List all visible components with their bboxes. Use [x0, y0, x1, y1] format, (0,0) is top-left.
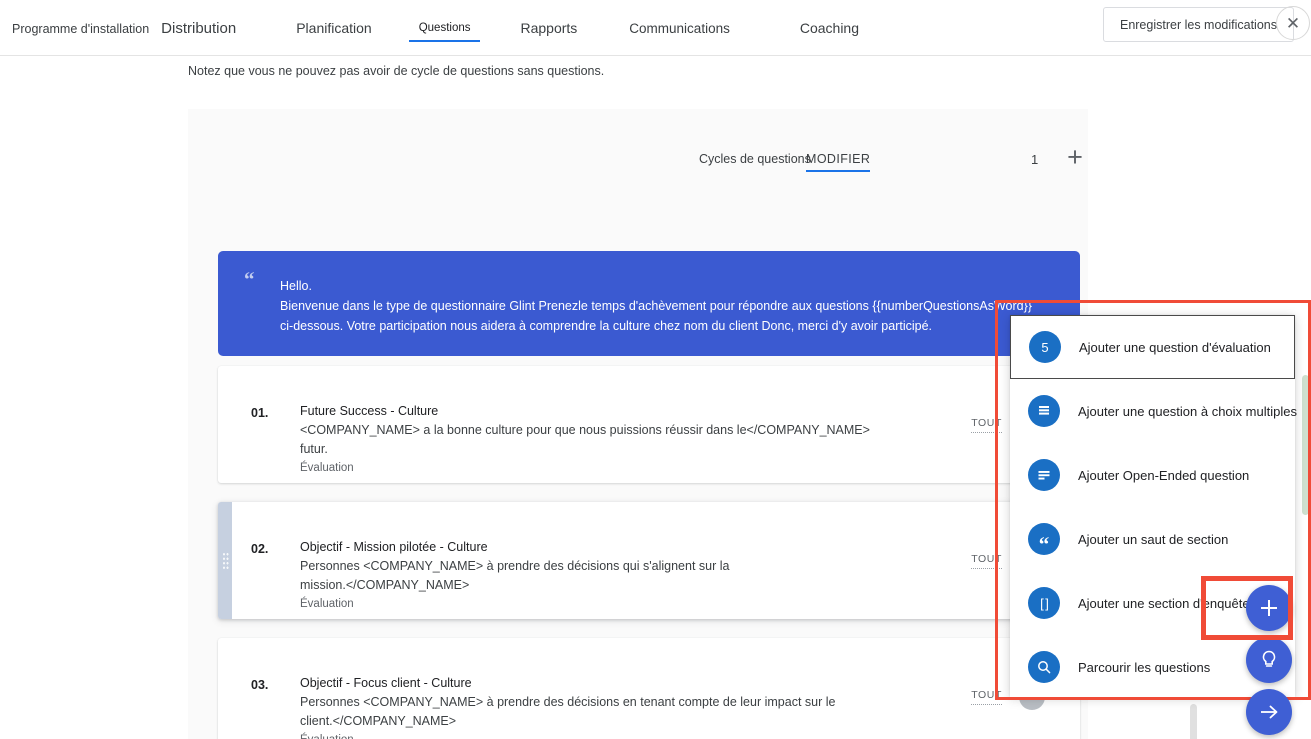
welcome-banner-text: Hello. Bienvenue dans le type de questio…: [280, 276, 1060, 336]
quote-icon: “: [1028, 523, 1060, 555]
question-scope-selector[interactable]: TOUT: [971, 553, 1002, 569]
banner-line-3: ci-dessous. Votre participation nous aid…: [280, 319, 933, 333]
brackets-icon: [ ]: [1028, 587, 1060, 619]
question-text-line-2: futur.: [300, 442, 328, 456]
tab-label: Communications: [629, 20, 730, 36]
question-number: 01.: [251, 406, 269, 420]
question-title: Objectif - Focus client - Culture: [300, 676, 472, 690]
add-cycle-plus-icon[interactable]: +: [1060, 142, 1090, 172]
tab-label: Programme d'installation: [12, 22, 150, 36]
question-cycles-row: Cycles de questions MODIFIER 1 +: [188, 143, 1088, 183]
close-glyph: ✕: [1285, 13, 1301, 33]
fab-tips-button[interactable]: [1246, 637, 1292, 683]
question-body: Future Success - Culture <COMPANY_NAME> …: [300, 402, 950, 477]
question-text-line-1: <COMPANY_NAME> a la bonne culture pour q…: [300, 423, 870, 437]
question-card[interactable]: 03. Objectif - Focus client - Culture Pe…: [218, 638, 1080, 739]
top-navigation-bar: Programme d'installation Distribution Pl…: [0, 0, 1311, 56]
drag-handle[interactable]: [218, 502, 232, 619]
menu-item-label: Parcourir les questions: [1078, 659, 1211, 675]
panel-scrollbar[interactable]: [1190, 704, 1197, 739]
save-changes-button[interactable]: Enregistrer les modifications: [1102, 7, 1294, 42]
welcome-banner: “ Hello. Bienvenue dans le type de quest…: [218, 251, 1080, 356]
menu-item-label: Ajouter Open-Ended question: [1078, 467, 1250, 483]
tab-programme-installation[interactable]: Programme d'installation: [12, 0, 149, 56]
question-card[interactable]: 02. Objectif - Mission pilotée - Culture…: [218, 502, 1080, 619]
edit-cycles-link[interactable]: MODIFIER: [806, 152, 871, 172]
tab-coaching[interactable]: Coaching: [800, 0, 859, 56]
question-text-line-2: client.</COMPANY_NAME>: [300, 714, 457, 728]
rating-icon: 5: [1029, 331, 1061, 363]
page-note: Notez que vous ne pouvez pas avoir de cy…: [188, 64, 605, 78]
question-text-line-2: mission.</COMPANY_NAME>: [300, 578, 470, 592]
question-text-line-1: Personnes <COMPANY_NAME> à prendre des d…: [300, 695, 836, 709]
question-type: Évaluation: [300, 732, 950, 739]
banner-line-1: Hello.: [280, 279, 312, 293]
question-scope-selector[interactable]: TOUT: [971, 689, 1002, 705]
close-icon[interactable]: ✕: [1276, 6, 1310, 40]
nav-tabs: Programme d'installation Distribution Pl…: [12, 0, 859, 56]
menu-add-section-break[interactable]: “ Ajouter un saut de section: [1010, 507, 1295, 571]
menu-add-rating-question[interactable]: 5 Ajouter une question d'évaluation: [1010, 315, 1295, 379]
active-tab-underline: [408, 40, 481, 42]
question-card[interactable]: 01. Future Success - Culture <COMPANY_NA…: [218, 366, 1080, 483]
rating-icon-glyph: 5: [1041, 339, 1049, 355]
open-ended-icon: [1028, 459, 1060, 491]
save-changes-label: Enregistrer les modifications: [1119, 17, 1277, 32]
quote-icon: “: [244, 267, 255, 291]
tab-label: Rapports: [520, 20, 578, 36]
search-icon: [1028, 651, 1060, 683]
question-text-line-1: Personnes <COMPANY_NAME> à prendre des d…: [300, 559, 730, 573]
question-cycles-label: Cycles de questions: [699, 152, 811, 166]
fab-next-button[interactable]: [1246, 689, 1292, 735]
menu-add-open-ended-question[interactable]: Ajouter Open-Ended question: [1010, 443, 1295, 507]
question-scope-selector[interactable]: TOUT: [971, 417, 1002, 433]
brackets-icon-glyph: [ ]: [1040, 595, 1049, 611]
tab-rapports[interactable]: Rapports: [520, 0, 577, 56]
app-root: Programme d'installation Distribution Pl…: [0, 0, 1311, 739]
tab-label: Questions: [418, 22, 471, 34]
add-content-menu: 5 Ajouter une question d'évaluation Ajou…: [1010, 315, 1297, 697]
menu-item-label: Ajouter un saut de section: [1078, 531, 1229, 547]
tab-label: Coaching: [799, 20, 859, 36]
question-type: Évaluation: [300, 462, 354, 474]
question-number: 02.: [251, 542, 269, 556]
edit-cycles-underline: [806, 170, 871, 172]
banner-line-2: Bienvenue dans le type de questionnaire …: [280, 299, 1032, 313]
edit-cycles-label: MODIFIER: [806, 152, 871, 166]
tab-communications[interactable]: Communications: [629, 0, 730, 56]
menu-item-label: Ajouter une question d'évaluation: [1079, 339, 1271, 355]
tab-label: Planification: [296, 20, 372, 36]
question-body: Objectif - Focus client - Culture Person…: [300, 674, 950, 739]
page-scrollbar[interactable]: [1302, 375, 1309, 515]
drag-dots-icon: [222, 551, 229, 570]
fab-add-button[interactable]: [1246, 585, 1292, 631]
question-title: Objectif - Mission pilotée - Culture: [300, 540, 488, 554]
tab-planification[interactable]: Planification: [296, 0, 372, 56]
tab-questions[interactable]: Questions: [408, 0, 481, 56]
tab-label: Distribution: [161, 19, 237, 37]
tab-distribution[interactable]: Distribution: [161, 0, 236, 56]
question-type: Évaluation: [300, 598, 354, 610]
multiple-choice-icon: [1028, 395, 1060, 427]
question-title: Future Success - Culture: [300, 404, 439, 418]
menu-item-label: Ajouter une question à choix multiples: [1078, 403, 1297, 419]
question-number: 03.: [251, 678, 269, 692]
questions-panel: Cycles de questions MODIFIER 1 + “ Hello…: [188, 109, 1088, 739]
cycle-count-value: 1: [1031, 152, 1039, 167]
question-body: Objectif - Mission pilotée - Culture Per…: [300, 538, 950, 613]
menu-item-label: Ajouter une section d'enquête: [1078, 595, 1250, 611]
menu-add-multiple-choice-question[interactable]: Ajouter une question à choix multiples: [1010, 379, 1297, 443]
